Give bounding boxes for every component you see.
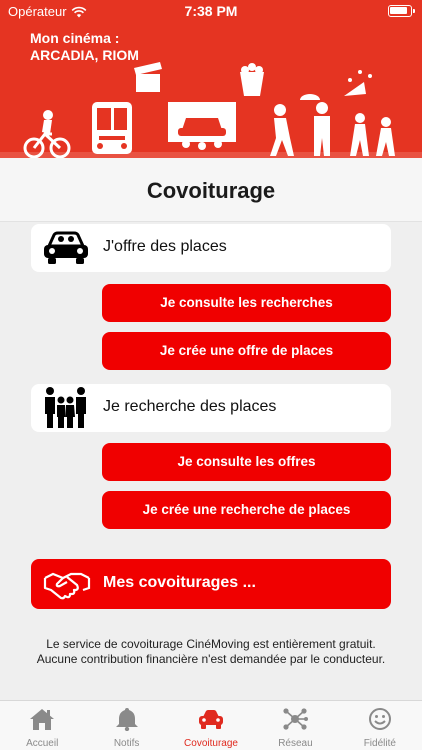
consult-offers-button[interactable]: Je consulte les offres <box>102 443 391 481</box>
tab-notifications-label: Notifs <box>113 738 140 749</box>
status-bar: Opérateur 7:38 PM <box>0 0 422 22</box>
tab-home[interactable]: Accueil <box>0 701 84 750</box>
waiter-icon <box>300 94 330 156</box>
clapperboard-icon <box>134 62 162 92</box>
page-title-bar: Covoiturage <box>0 158 422 222</box>
create-search-button[interactable]: Je crée une recherche de places <box>102 491 391 529</box>
party-icon <box>344 70 372 96</box>
my-carpools-label: Mes covoiturages ... <box>103 574 256 591</box>
tab-loyalty[interactable]: Fidélité <box>338 701 422 750</box>
my-carpools-button[interactable]: Mes covoiturages ... <box>31 559 391 609</box>
tab-loyalty-label: Fidélité <box>363 738 396 749</box>
network-icon <box>283 708 309 730</box>
tab-bar: Accueil Notifs Covoiturage Réseau Fidéli… <box>0 700 422 750</box>
smiley-icon <box>368 708 391 730</box>
car-icon <box>44 231 88 264</box>
tab-network[interactable]: Réseau <box>253 701 337 750</box>
home-icon <box>30 709 55 730</box>
header-banner: Opérateur 7:38 PM Mon cinéma : ARCADIA, … <box>0 0 422 158</box>
offer-section-header: J'offre des places <box>31 224 391 272</box>
bell-icon <box>115 708 138 731</box>
battery-icon <box>388 5 415 17</box>
free-service-notice: Le service de covoiturage CinéMoving est… <box>0 637 422 667</box>
tab-carpool-label: Covoiturage <box>184 738 238 749</box>
notice-line-1: Le service de covoiturage CinéMoving est… <box>46 637 376 651</box>
cinema-selector[interactable]: Mon cinéma : ARCADIA, RIOM <box>30 30 139 64</box>
cinema-label: Mon cinéma : <box>30 30 120 46</box>
offer-section-label: J'offre des places <box>103 238 227 255</box>
header-illustration <box>0 62 422 158</box>
tab-carpool[interactable]: Covoiturage <box>169 701 253 750</box>
search-section-header: Je recherche des places <box>31 384 391 432</box>
tab-notifications[interactable]: Notifs <box>84 701 168 750</box>
family-icon <box>45 387 86 428</box>
popcorn-icon <box>240 63 264 96</box>
bus-icon <box>92 102 132 154</box>
consult-searches-button[interactable]: Je consulte les recherches <box>102 284 391 322</box>
car-icon <box>199 710 224 729</box>
status-time: 7:38 PM <box>184 3 238 19</box>
page-title: Covoiturage <box>146 178 276 203</box>
drive-in-screen-icon <box>168 102 236 150</box>
walkers-icon <box>350 113 395 156</box>
create-offer-button[interactable]: Je crée une offre de places <box>102 332 391 370</box>
handshake-icon <box>43 572 91 600</box>
notice-line-2: Aucune contribution financière n'est dem… <box>36 652 386 666</box>
tab-network-label: Réseau <box>278 738 313 749</box>
tab-home-label: Accueil <box>26 738 59 749</box>
walker-icon <box>270 104 294 156</box>
search-section-label: Je recherche des places <box>103 398 277 415</box>
